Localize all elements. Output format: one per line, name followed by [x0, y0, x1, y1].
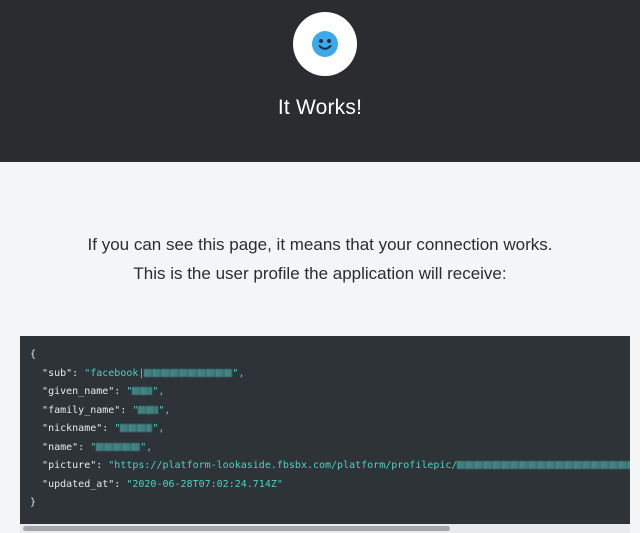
- field-value-nickname: " ",: [114, 423, 165, 434]
- open-brace: {: [30, 349, 37, 360]
- redacted-value: [138, 405, 159, 414]
- field-key-nickname: "nickname": [42, 423, 103, 434]
- field-value-picture: "https://platform-lookaside.fbsbx.com/pl…: [108, 460, 630, 471]
- header: It Works!: [0, 0, 640, 162]
- field-value-name: " ",: [90, 441, 153, 453]
- redacted-value: [457, 461, 630, 469]
- intro-text: If you can see this page, it means that …: [0, 230, 640, 288]
- scrollbar-thumb[interactable]: [23, 526, 450, 531]
- redacted-value: [120, 424, 153, 432]
- avatar: [293, 12, 357, 76]
- close-brace: }: [30, 497, 37, 508]
- intro-line-2: This is the user profile the application…: [133, 264, 507, 283]
- field-key-name: "name": [42, 441, 79, 453]
- redacted-value: [132, 387, 153, 395]
- smiley-face-icon: [312, 31, 338, 57]
- field-key-sub: "sub": [42, 367, 73, 379]
- field-value-sub: "facebook| ",: [84, 367, 245, 379]
- field-value-family-name: " ",: [132, 404, 171, 416]
- field-key-picture: "picture": [42, 460, 97, 471]
- profile-json: { "sub": "facebook| ", "given_name": " ", …: [30, 346, 630, 513]
- intro-line-1: If you can see this page, it means that …: [87, 235, 553, 254]
- page-title: It Works!: [277, 96, 363, 119]
- field-value-updated-at: "2020-06-28T07:02:24.714Z": [126, 478, 283, 490]
- field-key-updated-at: "updated_at": [42, 478, 115, 490]
- horizontal-scrollbar[interactable]: [20, 524, 630, 533]
- redacted-value: [144, 368, 233, 377]
- field-key-family-name: "family_name": [42, 404, 121, 416]
- profile-code-panel[interactable]: { "sub": "facebook| ", "given_name": " ", …: [20, 336, 630, 533]
- redacted-value: [96, 442, 141, 451]
- field-key-given-name: "given_name": [42, 386, 115, 397]
- field-value-given-name: " ",: [126, 386, 165, 397]
